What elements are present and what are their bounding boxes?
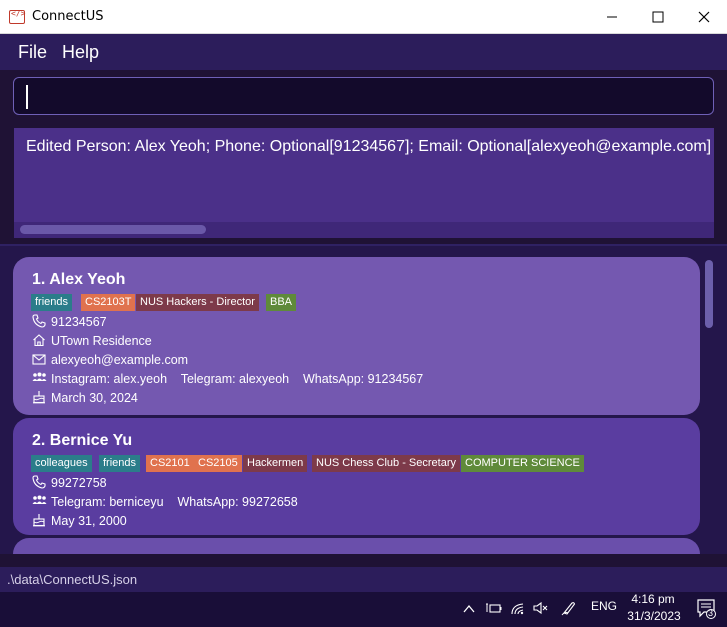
close-icon xyxy=(698,11,710,23)
title-bar: </> ConnectUS xyxy=(0,0,727,34)
close-button[interactable] xyxy=(681,0,727,34)
list-scrollbar-thumb[interactable] xyxy=(705,260,713,328)
tag: colleagues xyxy=(31,455,92,472)
person-card[interactable]: 1. Alex Yeoh friends CS2103T NUS Hackers… xyxy=(13,257,700,415)
tag: CS2105 xyxy=(194,455,242,472)
person-name: 1. Alex Yeoh xyxy=(32,271,126,288)
people-icon xyxy=(32,495,47,504)
tag: NUS Chess Club - Secretary xyxy=(312,455,460,472)
email-value: alexyeoh@example.com xyxy=(51,353,189,367)
pen-icon[interactable] xyxy=(561,600,577,616)
tag: BBA xyxy=(266,294,297,311)
taskbar: ENG 4:16 pm 31/3/2023 3 xyxy=(0,592,727,627)
phone-icon xyxy=(32,475,46,489)
birthday-value: March 30, 2024 xyxy=(51,391,138,405)
maximize-button[interactable] xyxy=(635,0,681,34)
menu-help[interactable]: Help xyxy=(62,42,99,63)
tag: CS2101 xyxy=(146,455,194,472)
speaker-muted-icon[interactable] xyxy=(533,601,549,615)
clock-time[interactable]: 4:16 pm xyxy=(631,592,675,606)
result-message: Edited Person: Alex Yeoh; Phone: Optiona… xyxy=(26,138,712,155)
person-list: 1. Alex Yeoh friends CS2103T NUS Hackers… xyxy=(0,246,727,554)
tag: NUS Hackers - Director xyxy=(136,294,259,311)
phone-value: 99272758 xyxy=(51,476,107,490)
home-icon xyxy=(33,334,45,347)
tag: Hackermen xyxy=(243,455,308,472)
notification-icon[interactable] xyxy=(697,599,717,619)
mail-icon xyxy=(32,354,46,365)
minimize-icon xyxy=(607,16,617,18)
chevron-up-icon[interactable] xyxy=(462,602,476,616)
connectus-window: </> ConnectUS File Help Edited Person: A… xyxy=(0,0,727,627)
save-location: .\data\ConnectUS.json xyxy=(7,572,138,587)
tag: COMPUTER SCIENCE xyxy=(461,455,584,472)
result-horizontal-scrollbar[interactable] xyxy=(14,222,714,238)
system-tray: ENG 4:16 pm 31/3/2023 3 xyxy=(0,592,727,627)
text-caret xyxy=(26,85,28,109)
notification-count: 3 xyxy=(708,608,714,618)
minimize-button[interactable] xyxy=(589,0,635,34)
window-title: ConnectUS xyxy=(32,9,104,24)
menu-file[interactable]: File xyxy=(18,42,47,63)
cake-icon xyxy=(33,514,45,527)
phone-icon xyxy=(32,314,46,328)
socials-value: Telegram: berniceyu WhatsApp: 99272658 xyxy=(51,495,298,509)
phone-value: 91234567 xyxy=(51,315,107,329)
language-indicator[interactable]: ENG xyxy=(591,599,617,613)
command-input[interactable] xyxy=(14,78,713,114)
people-icon xyxy=(32,372,47,381)
address-value: UTown Residence xyxy=(51,334,152,348)
tag: friends xyxy=(99,455,141,472)
app-icon: </> xyxy=(9,9,25,24)
cake-icon xyxy=(33,391,45,404)
person-name: 2. Bernice Yu xyxy=(32,432,133,449)
command-box xyxy=(13,77,714,115)
wifi-icon[interactable] xyxy=(510,601,526,615)
status-bar: .\data\ConnectUS.json xyxy=(0,567,727,592)
birthday-value: May 31, 2000 xyxy=(51,514,127,528)
person-card[interactable]: 2. Bernice Yu colleagues friends CS2101 … xyxy=(13,418,700,535)
tag: friends xyxy=(31,294,73,311)
maximize-icon xyxy=(652,11,664,23)
menu-bar: File Help xyxy=(0,34,727,70)
battery-icon[interactable] xyxy=(486,601,502,615)
socials-value: Instagram: alex.yeoh Telegram: alexyeoh … xyxy=(51,372,424,386)
clock-date[interactable]: 31/3/2023 xyxy=(626,609,682,623)
person-card[interactable] xyxy=(13,538,700,554)
result-display: Edited Person: Alex Yeoh; Phone: Optiona… xyxy=(14,128,714,222)
result-scrollbar-thumb[interactable] xyxy=(20,225,206,234)
tag: CS2103T xyxy=(81,294,136,311)
